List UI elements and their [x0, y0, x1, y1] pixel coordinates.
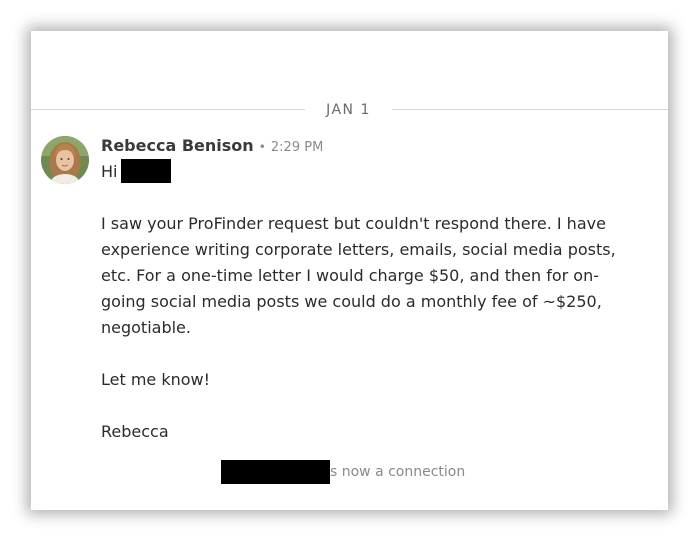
date-label: JAN 1 — [326, 102, 371, 118]
message-header: Rebecca Benison • 2:29 PM — [101, 135, 323, 159]
divider-line-left — [31, 109, 305, 110]
redacted-connection-name — [221, 460, 330, 484]
message-card: JAN 1 Rebecca Benison • 2:29 PM Hi I saw… — [31, 31, 668, 510]
message-paragraph: Let me know! — [101, 370, 211, 389]
message-body: Hi I saw your ProFinder request but coul… — [101, 158, 636, 445]
avatar-photo-icon — [41, 136, 89, 184]
sender-avatar[interactable] — [41, 136, 89, 184]
redacted-name — [121, 158, 172, 183]
header-separator: • — [258, 140, 266, 154]
greeting-text: Hi — [101, 162, 118, 181]
message-paragraph: I saw your ProFinder request but couldn'… — [101, 214, 616, 337]
connection-text: s now a connection — [330, 464, 466, 480]
connection-notice: s now a connection — [221, 460, 465, 484]
divider-line-right — [392, 109, 668, 110]
message-signature: Rebecca — [101, 422, 169, 441]
sender-name[interactable]: Rebecca Benison — [101, 136, 254, 155]
message-greeting: Hi — [101, 158, 636, 185]
message-time: 2:29 PM — [270, 140, 324, 155]
date-divider: JAN 1 — [31, 99, 668, 121]
